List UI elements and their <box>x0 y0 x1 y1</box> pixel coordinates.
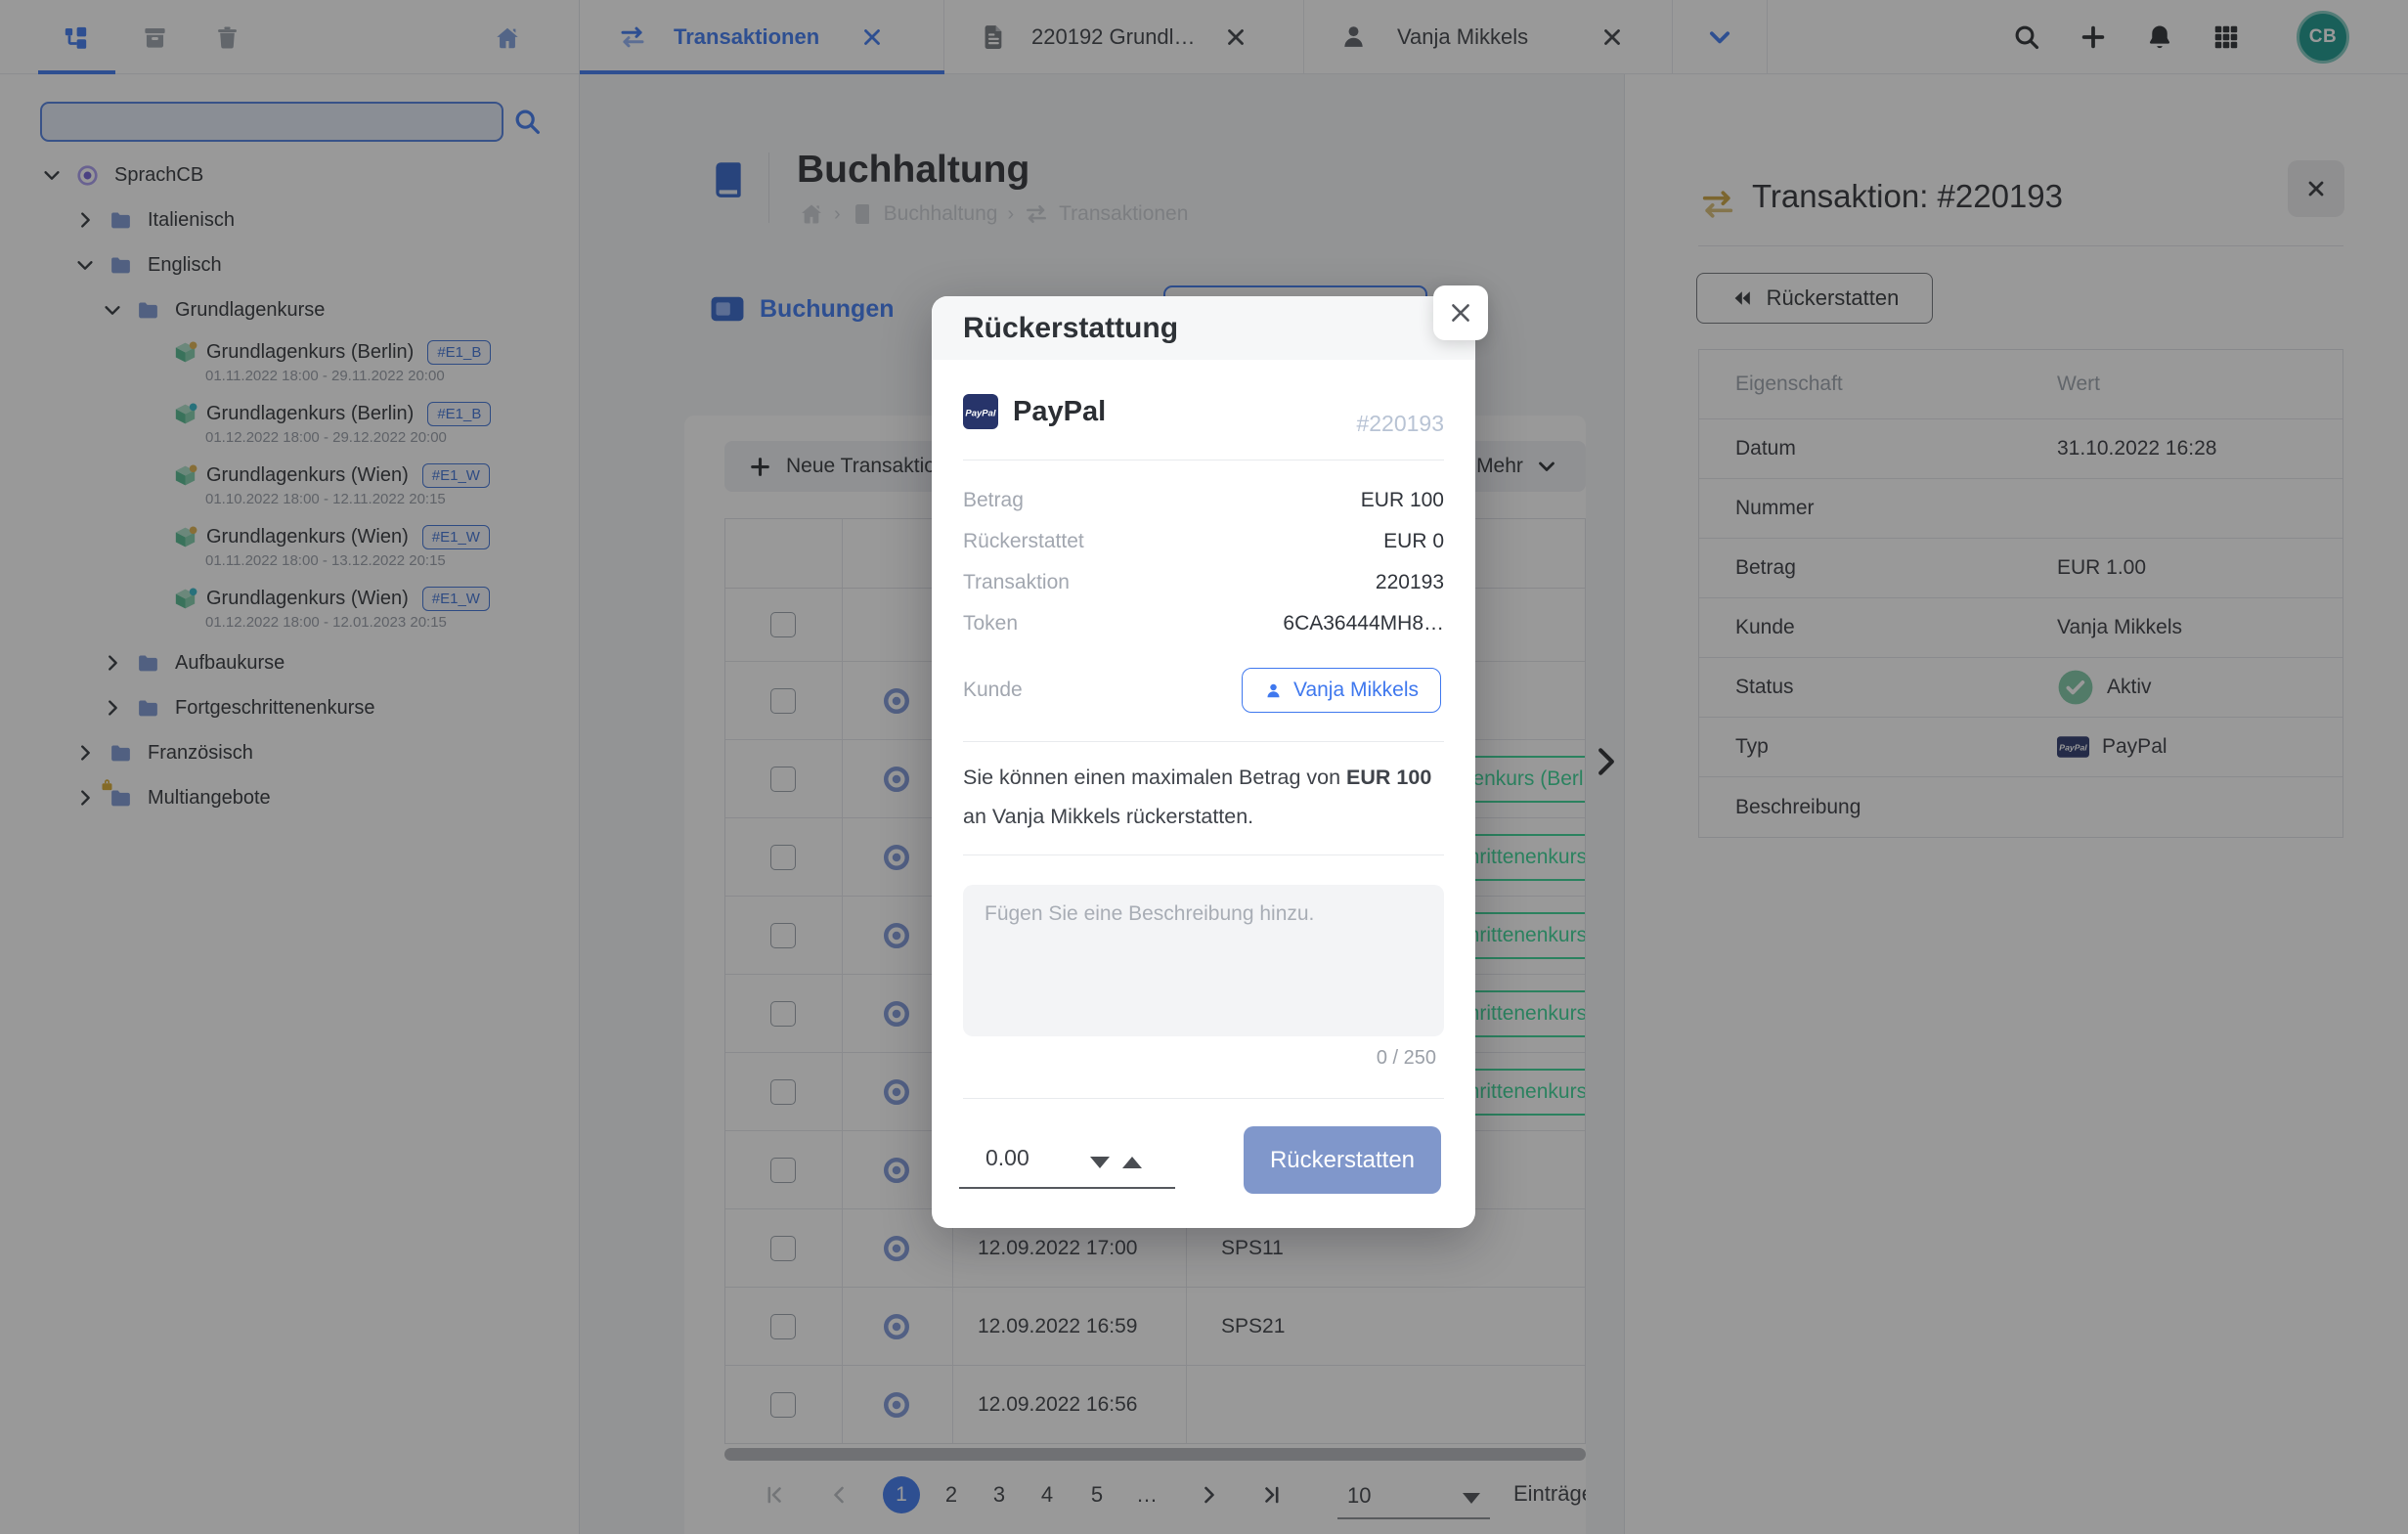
app-root: SprachCB Italienisch Englisch Grundlagen… <box>0 0 2408 1534</box>
refund-modal: Rückerstattung PayPal PayPal #220193 Bet… <box>932 296 1475 1228</box>
field-value: EUR 100 <box>1361 489 1444 512</box>
transaction-reference: #220193 <box>1356 411 1444 437</box>
paypal-logo: PayPal <box>963 394 998 429</box>
spinner-down-icon[interactable] <box>1090 1157 1110 1168</box>
amount-input[interactable]: 0.00 <box>959 1135 1175 1189</box>
field-label: Betrag <box>963 489 1024 512</box>
field-label: Token <box>963 612 1018 636</box>
modal-close-button[interactable] <box>1433 285 1488 340</box>
field-label: Kunde <box>963 679 1023 702</box>
field-value: EUR 0 <box>1383 530 1444 553</box>
modal-field-rueckerstattet: Rückerstattet EUR 0 <box>963 521 1444 562</box>
field-label: Transaktion <box>963 571 1070 594</box>
refund-submit-button[interactable]: Rückerstatten <box>1244 1126 1441 1194</box>
character-counter: 0 / 250 <box>1377 1047 1436 1070</box>
svg-text:PayPal: PayPal <box>965 409 996 419</box>
field-label: Rückerstattet <box>963 530 1084 553</box>
amount-value: 0.00 <box>985 1145 1029 1171</box>
customer-button-label: Vanja Mikkels <box>1293 679 1419 702</box>
provider-name: PayPal <box>1013 396 1106 428</box>
spinner-up-icon[interactable] <box>1122 1157 1142 1168</box>
provider-row: PayPal PayPal #220193 <box>963 386 1444 437</box>
modal-field-betrag: Betrag EUR 100 <box>963 480 1444 521</box>
modal-header: Rückerstattung <box>932 296 1475 360</box>
modal-divider <box>963 1098 1444 1099</box>
modal-divider <box>963 741 1444 742</box>
field-value: 220193 <box>1376 571 1444 594</box>
modal-title: Rückerstattung <box>963 312 1178 345</box>
refund-note: Sie können einen maximalen Betrag von EU… <box>963 758 1444 836</box>
modal-field-transaktion: Transaktion 220193 <box>963 562 1444 603</box>
customer-button[interactable]: Vanja Mikkels <box>1242 668 1441 713</box>
field-value: 6CA36444MH8… <box>1283 612 1444 636</box>
description-textarea[interactable] <box>963 885 1444 1036</box>
modal-field-token: Token 6CA36444MH8… <box>963 603 1444 644</box>
